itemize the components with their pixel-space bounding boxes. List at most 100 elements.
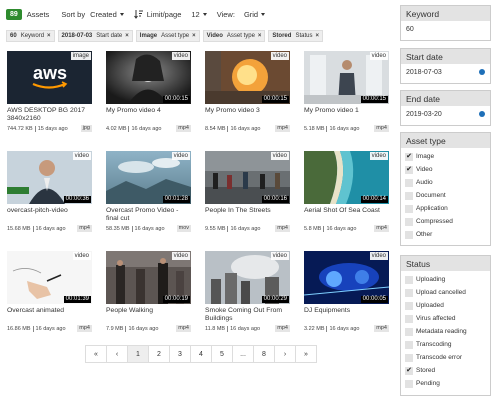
page-last-button[interactable]: » <box>295 345 317 363</box>
checkbox[interactable] <box>405 178 413 187</box>
checkbox[interactable] <box>405 275 413 284</box>
asset-card[interactable]: video 00:00:15 My Promo video 4 4.02 MB 1… <box>106 51 191 135</box>
filter-chip[interactable]: Stored Status × <box>268 30 323 42</box>
checkbox-checked[interactable]: ✔ <box>405 366 413 375</box>
asset-thumbnail[interactable]: video 00:00:16 <box>205 151 290 204</box>
asset-thumbnail[interactable]: video 00:01:39 <box>7 251 92 304</box>
checkbox[interactable] <box>405 379 413 388</box>
asset-card[interactable]: video 00:00:16 People In The Streets 9.5… <box>205 151 290 235</box>
filter-chip[interactable]: Video Asset type × <box>202 30 266 42</box>
asset-card[interactable]: video 00:00:19 People Walking 7.9 MB 16 d… <box>106 251 191 335</box>
asset-title[interactable]: Smoke Coming Out From Buildings <box>205 307 290 323</box>
close-icon[interactable]: × <box>47 33 51 39</box>
page-first-button[interactable]: « <box>85 345 107 363</box>
filter-option[interactable]: Virus affected <box>401 312 490 325</box>
asset-card[interactable]: video 00:00:14 Aerial Shot Of Sea Coast … <box>304 151 389 235</box>
page-button[interactable]: 8 <box>253 345 275 363</box>
keyword-input[interactable]: 60 <box>401 21 490 37</box>
asset-title[interactable]: My Promo video 4 <box>106 107 191 115</box>
asset-thumbnail[interactable]: video 00:00:05 <box>304 251 389 304</box>
checkbox[interactable] <box>405 301 413 310</box>
asset-title[interactable]: Overcast Promo Video - final cut <box>106 207 191 223</box>
asset-thumbnail[interactable]: aws image <box>7 51 92 104</box>
asset-title[interactable]: My Promo video 3 <box>205 107 290 115</box>
checkbox[interactable] <box>405 314 413 323</box>
page-button[interactable]: 2 <box>148 345 170 363</box>
asset-title[interactable]: AWS DESKTOP BG 2017 3840x2160 <box>7 107 92 123</box>
filter-option[interactable]: Pending <box>401 377 490 390</box>
asset-thumbnail[interactable]: video 00:01:28 <box>106 151 191 204</box>
filter-option[interactable]: Metadata reading <box>401 325 490 338</box>
checkbox[interactable] <box>405 327 413 336</box>
asset-title[interactable]: Overcast animated <box>7 307 92 315</box>
filter-option[interactable]: Upload cancelled <box>401 286 490 299</box>
filter-option[interactable]: ✔ Stored <box>401 364 490 377</box>
checkbox[interactable] <box>405 191 413 200</box>
asset-meta: 8.54 MB 16 days ago mp4 <box>205 125 290 132</box>
filter-chip[interactable]: 60 Keyword × <box>6 30 55 42</box>
asset-card[interactable]: video 00:00:29 Smoke Coming Out From Bui… <box>205 251 290 335</box>
asset-thumbnail[interactable]: video 00:00:15 <box>106 51 191 104</box>
asset-title[interactable]: DJ Equipments <box>304 307 389 315</box>
start-date-input[interactable]: 2018-07-03 <box>401 64 490 80</box>
asset-thumbnail[interactable]: video 00:00:15 <box>304 51 389 104</box>
asset-title[interactable]: My Promo video 1 <box>304 107 389 115</box>
asset-card[interactable]: video 00:01:28 Overcast Promo Video - fi… <box>106 151 191 235</box>
close-icon[interactable]: × <box>315 33 319 39</box>
page-button-current[interactable]: 1 <box>127 345 149 363</box>
asset-card[interactable]: video 00:00:15 My Promo video 1 5.18 MB 1… <box>304 51 389 135</box>
filter-chip[interactable]: Image Asset type × <box>135 30 200 42</box>
page-button[interactable]: 4 <box>190 345 212 363</box>
checkbox-checked[interactable]: ✔ <box>405 165 413 174</box>
filter-option[interactable]: Compressed <box>401 215 490 228</box>
checkbox[interactable] <box>405 230 413 239</box>
asset-thumbnail[interactable]: video 00:00:36 <box>7 151 92 204</box>
filter-option[interactable]: Application <box>401 202 490 215</box>
checkbox[interactable] <box>405 217 413 226</box>
filter-option[interactable]: Audio <box>401 176 490 189</box>
page-button[interactable]: 3 <box>169 345 191 363</box>
asset-title[interactable]: overcast-pitch-video <box>7 207 92 215</box>
checkbox[interactable] <box>405 204 413 213</box>
asset-thumbnail[interactable]: video 00:00:29 <box>205 251 290 304</box>
asset-thumbnail[interactable]: video 00:00:15 <box>205 51 290 104</box>
limit-select[interactable]: 12 <box>191 10 207 19</box>
close-icon[interactable]: × <box>125 33 129 39</box>
filter-option[interactable]: ✔ Video <box>401 163 490 176</box>
asset-card[interactable]: video 00:00:05 DJ Equipments 3.22 MB 16 d… <box>304 251 389 335</box>
page-prev-button[interactable]: ‹ <box>106 345 128 363</box>
filter-option[interactable]: ✔ Image <box>401 150 490 163</box>
checkbox-checked[interactable]: ✔ <box>405 152 413 161</box>
asset-duration: 00:00:15 <box>162 96 190 103</box>
asset-title[interactable]: People Walking <box>106 307 191 315</box>
asset-age: 16 days ago <box>230 325 261 332</box>
sort-order-icon[interactable] <box>133 9 144 19</box>
calendar-icon[interactable] <box>479 111 485 117</box>
end-date-input[interactable]: 2019-03-20 <box>401 106 490 122</box>
checkbox[interactable] <box>405 340 413 349</box>
filter-option[interactable]: Transcoding <box>401 338 490 351</box>
view-select[interactable]: Grid <box>244 10 266 19</box>
page-button[interactable]: 5 <box>211 345 233 363</box>
asset-card[interactable]: aws image AWS DESKTOP BG 2017 3840x2160 … <box>7 51 92 135</box>
page-next-button[interactable]: › <box>274 345 296 363</box>
calendar-icon[interactable] <box>479 69 485 75</box>
filter-option[interactable]: Document <box>401 189 490 202</box>
filter-option[interactable]: Other <box>401 228 490 241</box>
sort-select[interactable]: Created <box>90 10 124 19</box>
asset-thumbnail[interactable]: video 00:00:19 <box>106 251 191 304</box>
asset-card[interactable]: video 00:01:39 Overcast animated 16.86 M… <box>7 251 92 335</box>
filter-option[interactable]: Uploaded <box>401 299 490 312</box>
asset-title[interactable]: People In The Streets <box>205 207 290 215</box>
asset-thumbnail[interactable]: video 00:00:14 <box>304 151 389 204</box>
close-icon[interactable]: × <box>192 33 196 39</box>
filter-option[interactable]: Uploading <box>401 273 490 286</box>
checkbox[interactable] <box>405 353 413 362</box>
filter-option[interactable]: Transcode error <box>401 351 490 364</box>
asset-card[interactable]: video 00:00:15 My Promo video 3 8.54 MB 1… <box>205 51 290 135</box>
asset-card[interactable]: video 00:00:36 overcast-pitch-video 15.6… <box>7 151 92 235</box>
checkbox[interactable] <box>405 288 413 297</box>
close-icon[interactable]: × <box>258 33 262 39</box>
filter-chip[interactable]: 2018-07-03 Start date × <box>57 30 133 42</box>
asset-title[interactable]: Aerial Shot Of Sea Coast <box>304 207 389 215</box>
